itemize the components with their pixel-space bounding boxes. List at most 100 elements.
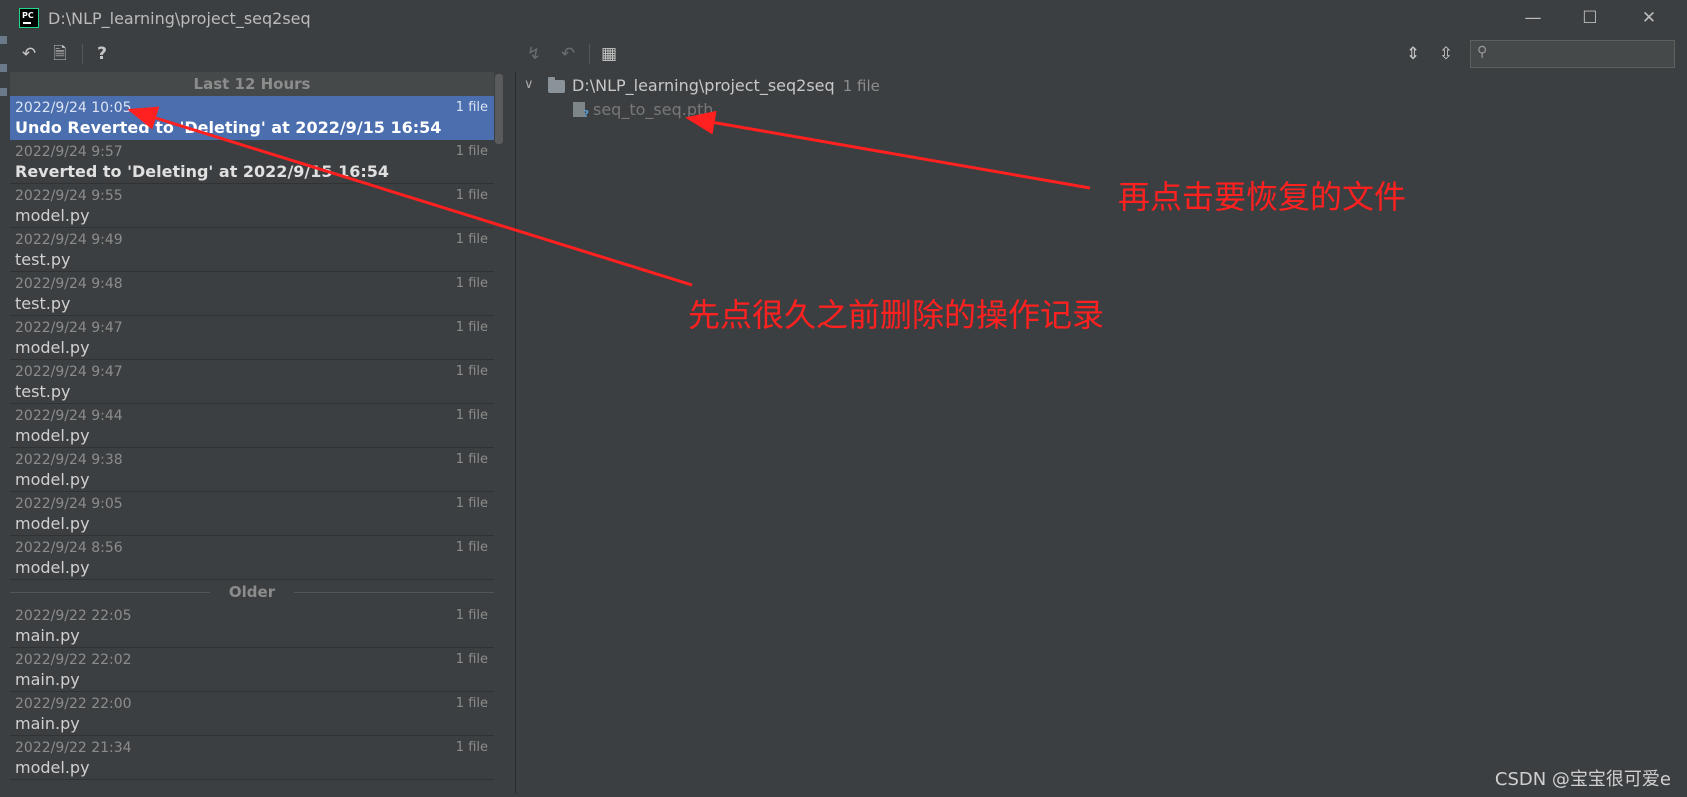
group-header-rule: [294, 592, 494, 593]
history-entry-file-count: 1 file: [455, 608, 488, 623]
group-by-icon[interactable]: ▦: [598, 43, 620, 65]
app-icon-text: PC: [22, 11, 34, 20]
title-bar: PC D:\NLP_learning\project_seq2seq — ☐ ✕: [0, 0, 1687, 36]
history-entry-date: 2022/9/24 9:38: [15, 452, 123, 468]
expand-all-icon[interactable]: ⇕: [1402, 43, 1424, 65]
toolbar-separator: [589, 44, 590, 64]
scroll-thumb[interactable]: [495, 74, 503, 144]
history-entry-date: 2022/9/24 9:47: [15, 364, 123, 380]
toolbar: ↶ 🗎 ? ↯ ↶ ▦ ⇕ ⇳: [0, 36, 1687, 72]
history-entry[interactable]: 2022/9/24 9:55 1 file model.py: [10, 184, 494, 228]
history-entry[interactable]: 2022/9/24 9:44 1 file model.py: [10, 404, 494, 448]
history-entry[interactable]: 2022/9/24 9:38 1 file model.py: [10, 448, 494, 492]
history-entry-date: 2022/9/24 9:49: [15, 232, 123, 248]
history-entry-label: Undo Reverted to 'Deleting' at 2022/9/15…: [15, 118, 442, 137]
history-entry[interactable]: 2022/9/24 9:49 1 file test.py: [10, 228, 494, 272]
history-entry-file-count: 1 file: [455, 408, 488, 423]
collapse-all-icon[interactable]: ⇳: [1435, 43, 1457, 65]
history-entry-file-count: 1 file: [455, 100, 488, 115]
history-entry[interactable]: 2022/9/24 9:57 1 file Reverted to 'Deletin…: [10, 140, 494, 184]
pycharm-app-icon: PC: [19, 8, 39, 28]
undo-change-icon[interactable]: ↶: [557, 43, 579, 65]
unknown-file-icon: ?: [573, 102, 589, 120]
chevron-down-icon[interactable]: ∨: [524, 77, 534, 92]
maximize-button[interactable]: ☐: [1565, 4, 1615, 32]
edge-mark: [0, 36, 7, 44]
left-edge-strip: [0, 36, 10, 797]
help-icon[interactable]: ?: [91, 43, 113, 65]
history-entry-label: test.py: [15, 294, 71, 313]
search-field[interactable]: ⚲: [1470, 40, 1675, 68]
history-entry[interactable]: 2022/9/24 9:47 1 file test.py: [10, 360, 494, 404]
tree-file-node[interactable]: seq_to_seq.pth: [593, 100, 713, 119]
history-entry-label: main.py: [15, 714, 80, 733]
history-entry[interactable]: 2022/9/22 22:00 1 file main.py: [10, 692, 494, 736]
history-entry-file-count: 1 file: [455, 232, 488, 247]
history-entry-file-count: 1 file: [455, 652, 488, 667]
create-patch-icon[interactable]: 🗎: [49, 43, 71, 65]
history-entry-file-count: 1 file: [455, 696, 488, 711]
history-entry-file-count: 1 file: [455, 276, 488, 291]
history-entry-file-count: 1 file: [455, 540, 488, 555]
history-entry-date: 2022/9/24 9:55: [15, 188, 123, 204]
history-entry[interactable]: 2022/9/24 10:05 1 file Undo Reverted to 'D…: [10, 96, 494, 140]
revert-selection-icon[interactable]: ↯: [523, 43, 545, 65]
history-entry[interactable]: 2022/9/22 22:05 1 file main.py: [10, 604, 494, 648]
history-entry-date: 2022/9/24 9:05: [15, 496, 123, 512]
edge-mark: [0, 88, 7, 96]
history-scrollbar[interactable]: [494, 72, 504, 794]
close-button[interactable]: ✕: [1624, 4, 1674, 32]
history-entry[interactable]: 2022/9/24 9:48 1 file test.py: [10, 272, 494, 316]
history-group-header: Older: [10, 580, 494, 604]
history-entry-label: model.py: [15, 206, 90, 225]
file-badge: ?: [583, 109, 589, 120]
history-entry-label: model.py: [15, 758, 90, 777]
history-entry-file-count: 1 file: [455, 496, 488, 511]
history-entry[interactable]: 2022/9/22 21:34 1 file model.py: [10, 736, 494, 780]
annotation-step-one: 先点很久之前删除的操作记录: [688, 296, 1105, 334]
history-entry-file-count: 1 file: [455, 364, 488, 379]
history-entry-file-count: 1 file: [455, 144, 488, 159]
history-entry-label: test.py: [15, 382, 71, 401]
annotation-step-two: 再点击要恢复的文件: [1118, 178, 1407, 216]
history-entry-date: 2022/9/24 9:48: [15, 276, 123, 292]
toolbar-separator: [82, 44, 83, 64]
window-title: D:\NLP_learning\project_seq2seq: [48, 9, 311, 28]
history-entry-date: 2022/9/22 22:05: [15, 608, 132, 624]
history-entry-file-count: 1 file: [455, 320, 488, 335]
tree-root-count: 1 file: [842, 77, 880, 95]
history-entry-file-count: 1 file: [455, 452, 488, 467]
changed-files-tree: ∨ D:\NLP_learning\project_seq2seq 1 file …: [516, 72, 1687, 794]
watermark: CSDN @宝宝很可爱e: [1494, 769, 1671, 790]
history-entry-file-count: 1 file: [455, 740, 488, 755]
history-entry-label: main.py: [15, 670, 80, 689]
history-entry[interactable]: 2022/9/24 9:05 1 file model.py: [10, 492, 494, 536]
history-entry[interactable]: 2022/9/24 8:56 1 file model.py: [10, 536, 494, 580]
undo-icon[interactable]: ↶: [18, 43, 40, 65]
history-entry-date: 2022/9/22 22:02: [15, 652, 132, 668]
tree-root-path: D:\NLP_learning\project_seq2seq: [572, 76, 835, 95]
history-entry-label: model.py: [15, 426, 90, 445]
history-entry-date: 2022/9/24 9:57: [15, 144, 123, 160]
history-entry-label: model.py: [15, 470, 90, 489]
history-entry-label: model.py: [15, 514, 90, 533]
tree-root-node[interactable]: D:\NLP_learning\project_seq2seq 1 file: [572, 76, 880, 95]
history-entry-date: 2022/9/24 10:05: [15, 100, 132, 116]
history-entry-label: Reverted to 'Deleting' at 2022/9/15 16:5…: [15, 162, 390, 181]
search-input[interactable]: [1501, 44, 1670, 66]
history-entry-date: 2022/9/24 9:44: [15, 408, 123, 424]
folder-icon: [548, 77, 565, 93]
history-entry-label: main.py: [15, 626, 80, 645]
search-icon: ⚲: [1477, 44, 1488, 60]
history-entry-date: 2022/9/24 8:56: [15, 540, 123, 556]
history-entry[interactable]: 2022/9/22 22:02 1 file main.py: [10, 648, 494, 692]
history-entry-file-count: 1 file: [455, 188, 488, 203]
history-entry-date: 2022/9/22 22:00: [15, 696, 132, 712]
history-group-title: Last 12 Hours: [193, 75, 311, 93]
history-group-title: Older: [228, 583, 276, 601]
history-entry[interactable]: 2022/9/24 9:47 1 file model.py: [10, 316, 494, 360]
group-header-rule: [10, 592, 210, 593]
history-entry-date: 2022/9/24 9:47: [15, 320, 123, 336]
history-entry-date: 2022/9/22 21:34: [15, 740, 132, 756]
minimize-button[interactable]: —: [1508, 4, 1558, 32]
